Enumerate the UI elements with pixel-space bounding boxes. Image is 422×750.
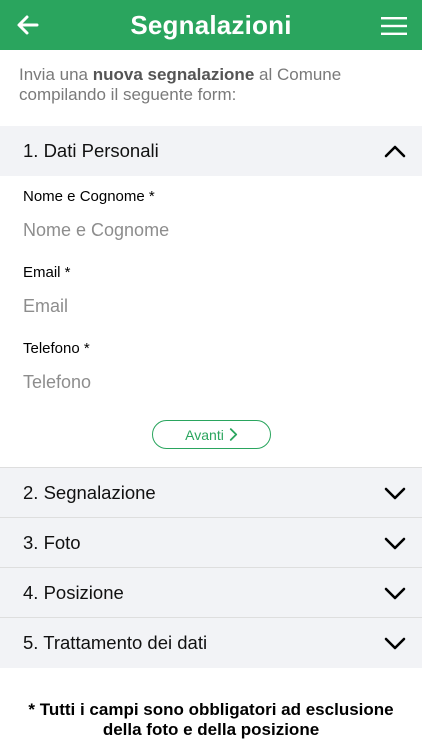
section-trattamento-dati[interactable]: 5. Trattamento dei dati bbox=[0, 618, 422, 668]
name-label: Nome e Cognome * bbox=[23, 188, 155, 205]
next-button[interactable]: Avanti bbox=[152, 420, 271, 449]
next-button-label: Avanti bbox=[185, 426, 224, 443]
chevron-down-icon bbox=[384, 537, 406, 549]
section-segnalazione[interactable]: 2. Segnalazione bbox=[0, 468, 422, 518]
intro-prefix: Invia una bbox=[19, 65, 93, 84]
chevron-right-icon bbox=[229, 428, 237, 441]
section-title: 1. Dati Personali bbox=[23, 140, 159, 161]
section-posizione[interactable]: 4. Posizione bbox=[0, 568, 422, 618]
personal-data-form: Nome e Cognome * Email * Telefono * Avan… bbox=[0, 176, 422, 467]
email-input[interactable] bbox=[23, 296, 393, 317]
section-title: 4. Posizione bbox=[23, 581, 124, 603]
chevron-down-icon bbox=[384, 587, 406, 599]
top-app-bar: Segnalazioni bbox=[0, 0, 422, 50]
name-input[interactable] bbox=[23, 220, 393, 241]
intro-text: Invia una nuova segnalazione al Comune c… bbox=[0, 50, 422, 126]
phone-input[interactable] bbox=[23, 372, 393, 393]
section-title: 5. Trattamento dei dati bbox=[23, 632, 208, 653]
required-fields-note: * Tutti i campi sono obbligatori ad escl… bbox=[28, 700, 394, 739]
section-title: 2. Segnalazione bbox=[23, 481, 156, 503]
back-arrow-icon[interactable] bbox=[16, 13, 40, 37]
page-title: Segnalazioni bbox=[130, 9, 292, 40]
section-dati-personali[interactable]: 1. Dati Personali bbox=[0, 126, 422, 176]
intro-bold: nuova segnalazione bbox=[92, 65, 255, 84]
collapsed-sections: 2. Segnalazione 3. Foto 4. Posizione 5. … bbox=[0, 467, 422, 668]
email-label: Email * bbox=[23, 264, 71, 281]
hamburger-menu-icon[interactable] bbox=[381, 17, 407, 35]
section-foto[interactable]: 3. Foto bbox=[0, 518, 422, 568]
chevron-down-icon bbox=[384, 487, 406, 499]
phone-label: Telefono * bbox=[23, 340, 90, 357]
chevron-up-icon bbox=[384, 145, 406, 158]
section-title: 3. Foto bbox=[23, 531, 81, 553]
chevron-down-icon bbox=[384, 637, 406, 650]
